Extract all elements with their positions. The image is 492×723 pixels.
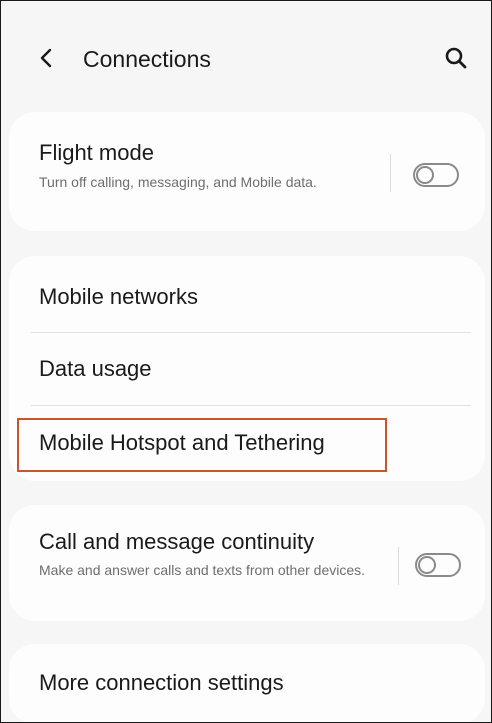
list-divider: [31, 332, 471, 333]
list-divider: [31, 405, 471, 406]
data-usage-label: Data usage: [39, 356, 152, 381]
more-connection-settings-item[interactable]: More connection settings: [9, 644, 485, 722]
connections-screen: Connections Flight mode Turn off calling…: [0, 0, 492, 723]
continuity-switch[interactable]: [415, 553, 461, 577]
flight-mode-title: Flight mode: [39, 140, 154, 165]
mobile-networks-label: Mobile networks: [39, 284, 198, 309]
continuity-subtitle: Make and answer calls and texts from oth…: [39, 562, 366, 578]
search-button[interactable]: [439, 41, 473, 75]
flight-mode-card: Flight mode Turn off calling, messaging,…: [9, 112, 485, 231]
switch-knob: [416, 166, 434, 184]
flight-mode-switch[interactable]: [413, 163, 459, 187]
continuity-divider: [398, 547, 399, 585]
more-settings-card: More connection settings: [9, 644, 485, 722]
highlight-box: [17, 418, 387, 472]
flight-mode-divider: [390, 154, 391, 192]
back-button[interactable]: [31, 43, 61, 73]
flight-mode-row[interactable]: Flight mode Turn off calling, messaging,…: [9, 112, 485, 231]
continuity-row[interactable]: Call and message continuity Make and ans…: [9, 505, 485, 621]
continuity-title: Call and message continuity: [39, 529, 315, 554]
page-title: Connections: [83, 46, 211, 72]
mobile-networks-item[interactable]: Mobile networks: [9, 256, 485, 331]
header: Connections: [1, 1, 491, 111]
search-icon: [445, 47, 467, 69]
flight-mode-subtitle: Turn off calling, messaging, and Mobile …: [39, 174, 317, 190]
more-connection-settings-label: More connection settings: [39, 670, 284, 695]
switch-knob: [418, 556, 436, 574]
chevron-left-icon: [40, 48, 52, 68]
data-usage-item[interactable]: Data usage: [9, 332, 485, 405]
continuity-card: Call and message continuity Make and ans…: [9, 505, 485, 621]
